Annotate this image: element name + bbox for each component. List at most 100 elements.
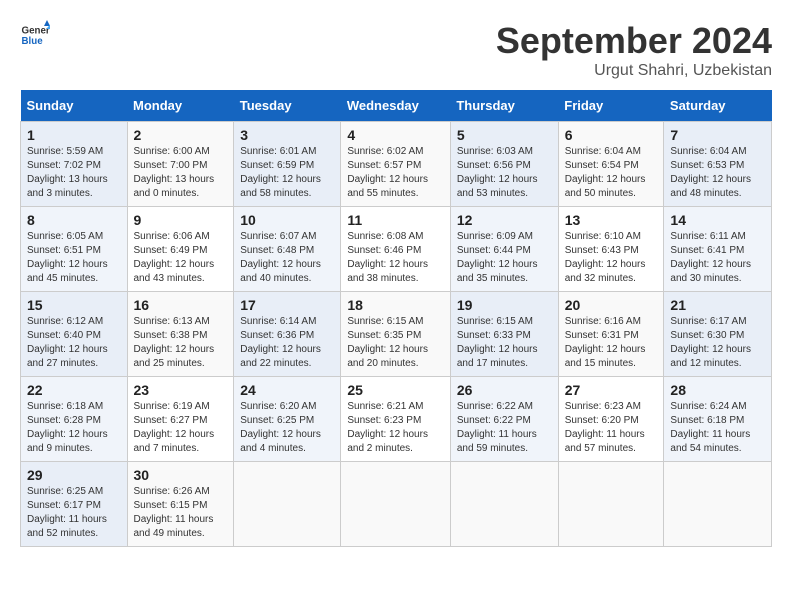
col-sunday: Sunday — [21, 90, 128, 122]
calendar-cell — [558, 462, 664, 547]
calendar-cell: 24 Sunrise: 6:20 AMSunset: 6:25 PMDaylig… — [234, 377, 341, 462]
day-number: 23 — [134, 382, 228, 398]
day-number: 22 — [27, 382, 121, 398]
day-number: 13 — [565, 212, 658, 228]
calendar-cell: 26 Sunrise: 6:22 AMSunset: 6:22 PMDaylig… — [450, 377, 558, 462]
calendar-cell — [234, 462, 341, 547]
day-number: 17 — [240, 297, 334, 313]
calendar-cell: 21 Sunrise: 6:17 AMSunset: 6:30 PMDaylig… — [664, 292, 772, 377]
day-info: Sunrise: 6:22 AMSunset: 6:22 PMDaylight:… — [457, 401, 537, 454]
calendar-cell: 27 Sunrise: 6:23 AMSunset: 6:20 PMDaylig… — [558, 377, 664, 462]
col-monday: Monday — [127, 90, 234, 122]
calendar-cell: 11 Sunrise: 6:08 AMSunset: 6:46 PMDaylig… — [341, 207, 451, 292]
calendar-cell: 29 Sunrise: 6:25 AMSunset: 6:17 PMDaylig… — [21, 462, 128, 547]
calendar-cell: 8 Sunrise: 6:05 AMSunset: 6:51 PMDayligh… — [21, 207, 128, 292]
day-number: 25 — [347, 382, 444, 398]
calendar-cell: 22 Sunrise: 6:18 AMSunset: 6:28 PMDaylig… — [21, 377, 128, 462]
calendar-cell: 4 Sunrise: 6:02 AMSunset: 6:57 PMDayligh… — [341, 122, 451, 207]
calendar-cell: 5 Sunrise: 6:03 AMSunset: 6:56 PMDayligh… — [450, 122, 558, 207]
calendar-cell: 16 Sunrise: 6:13 AMSunset: 6:38 PMDaylig… — [127, 292, 234, 377]
day-number: 6 — [565, 127, 658, 143]
day-number: 26 — [457, 382, 552, 398]
calendar-cell: 20 Sunrise: 6:16 AMSunset: 6:31 PMDaylig… — [558, 292, 664, 377]
day-number: 16 — [134, 297, 228, 313]
day-number: 27 — [565, 382, 658, 398]
logo: General Blue — [20, 20, 50, 50]
month-title: September 2024 — [496, 20, 772, 62]
day-info: Sunrise: 6:11 AMSunset: 6:41 PMDaylight:… — [670, 231, 751, 284]
calendar-cell — [664, 462, 772, 547]
day-number: 24 — [240, 382, 334, 398]
col-friday: Friday — [558, 90, 664, 122]
day-info: Sunrise: 6:12 AMSunset: 6:40 PMDaylight:… — [27, 316, 108, 369]
day-number: 2 — [134, 127, 228, 143]
day-info: Sunrise: 6:06 AMSunset: 6:49 PMDaylight:… — [134, 231, 215, 284]
calendar-cell: 10 Sunrise: 6:07 AMSunset: 6:48 PMDaylig… — [234, 207, 341, 292]
day-info: Sunrise: 6:24 AMSunset: 6:18 PMDaylight:… — [670, 401, 750, 454]
calendar-cell: 14 Sunrise: 6:11 AMSunset: 6:41 PMDaylig… — [664, 207, 772, 292]
day-info: Sunrise: 6:02 AMSunset: 6:57 PMDaylight:… — [347, 146, 428, 199]
calendar-cell: 6 Sunrise: 6:04 AMSunset: 6:54 PMDayligh… — [558, 122, 664, 207]
svg-text:Blue: Blue — [22, 36, 44, 47]
calendar-cell — [450, 462, 558, 547]
day-info: Sunrise: 6:00 AMSunset: 7:00 PMDaylight:… — [134, 146, 215, 199]
col-tuesday: Tuesday — [234, 90, 341, 122]
calendar-cell: 3 Sunrise: 6:01 AMSunset: 6:59 PMDayligh… — [234, 122, 341, 207]
calendar-cell: 2 Sunrise: 6:00 AMSunset: 7:00 PMDayligh… — [127, 122, 234, 207]
calendar-cell: 9 Sunrise: 6:06 AMSunset: 6:49 PMDayligh… — [127, 207, 234, 292]
day-number: 3 — [240, 127, 334, 143]
week-row-1: 1 Sunrise: 5:59 AMSunset: 7:02 PMDayligh… — [21, 122, 772, 207]
day-info: Sunrise: 6:03 AMSunset: 6:56 PMDaylight:… — [457, 146, 538, 199]
day-number: 7 — [670, 127, 765, 143]
day-info: Sunrise: 6:04 AMSunset: 6:53 PMDaylight:… — [670, 146, 751, 199]
calendar-cell: 28 Sunrise: 6:24 AMSunset: 6:18 PMDaylig… — [664, 377, 772, 462]
calendar-cell: 7 Sunrise: 6:04 AMSunset: 6:53 PMDayligh… — [664, 122, 772, 207]
day-number: 30 — [134, 467, 228, 483]
week-row-3: 15 Sunrise: 6:12 AMSunset: 6:40 PMDaylig… — [21, 292, 772, 377]
day-info: Sunrise: 6:09 AMSunset: 6:44 PMDaylight:… — [457, 231, 538, 284]
day-number: 15 — [27, 297, 121, 313]
day-info: Sunrise: 6:15 AMSunset: 6:35 PMDaylight:… — [347, 316, 428, 369]
day-info: Sunrise: 6:14 AMSunset: 6:36 PMDaylight:… — [240, 316, 321, 369]
week-row-5: 29 Sunrise: 6:25 AMSunset: 6:17 PMDaylig… — [21, 462, 772, 547]
day-info: Sunrise: 6:13 AMSunset: 6:38 PMDaylight:… — [134, 316, 215, 369]
day-number: 8 — [27, 212, 121, 228]
day-info: Sunrise: 6:17 AMSunset: 6:30 PMDaylight:… — [670, 316, 751, 369]
calendar-cell: 19 Sunrise: 6:15 AMSunset: 6:33 PMDaylig… — [450, 292, 558, 377]
day-number: 20 — [565, 297, 658, 313]
col-saturday: Saturday — [664, 90, 772, 122]
day-number: 4 — [347, 127, 444, 143]
page-header: General Blue September 2024 Urgut Shahri… — [20, 20, 772, 80]
day-number: 10 — [240, 212, 334, 228]
day-number: 18 — [347, 297, 444, 313]
col-thursday: Thursday — [450, 90, 558, 122]
day-number: 19 — [457, 297, 552, 313]
day-number: 1 — [27, 127, 121, 143]
day-info: Sunrise: 6:15 AMSunset: 6:33 PMDaylight:… — [457, 316, 538, 369]
week-row-4: 22 Sunrise: 6:18 AMSunset: 6:28 PMDaylig… — [21, 377, 772, 462]
day-info: Sunrise: 6:04 AMSunset: 6:54 PMDaylight:… — [565, 146, 646, 199]
calendar-cell: 23 Sunrise: 6:19 AMSunset: 6:27 PMDaylig… — [127, 377, 234, 462]
day-info: Sunrise: 6:20 AMSunset: 6:25 PMDaylight:… — [240, 401, 321, 454]
calendar-cell: 1 Sunrise: 5:59 AMSunset: 7:02 PMDayligh… — [21, 122, 128, 207]
calendar-cell: 18 Sunrise: 6:15 AMSunset: 6:35 PMDaylig… — [341, 292, 451, 377]
day-info: Sunrise: 6:07 AMSunset: 6:48 PMDaylight:… — [240, 231, 321, 284]
day-number: 28 — [670, 382, 765, 398]
day-info: Sunrise: 6:23 AMSunset: 6:20 PMDaylight:… — [565, 401, 645, 454]
day-number: 29 — [27, 467, 121, 483]
calendar-table: Sunday Monday Tuesday Wednesday Thursday… — [20, 90, 772, 547]
day-number: 14 — [670, 212, 765, 228]
day-info: Sunrise: 5:59 AMSunset: 7:02 PMDaylight:… — [27, 146, 108, 199]
day-info: Sunrise: 6:16 AMSunset: 6:31 PMDaylight:… — [565, 316, 646, 369]
svg-text:General: General — [22, 26, 51, 37]
day-info: Sunrise: 6:21 AMSunset: 6:23 PMDaylight:… — [347, 401, 428, 454]
calendar-cell: 15 Sunrise: 6:12 AMSunset: 6:40 PMDaylig… — [21, 292, 128, 377]
calendar-cell: 13 Sunrise: 6:10 AMSunset: 6:43 PMDaylig… — [558, 207, 664, 292]
day-info: Sunrise: 6:26 AMSunset: 6:15 PMDaylight:… — [134, 486, 214, 539]
day-info: Sunrise: 6:10 AMSunset: 6:43 PMDaylight:… — [565, 231, 646, 284]
day-number: 21 — [670, 297, 765, 313]
day-info: Sunrise: 6:25 AMSunset: 6:17 PMDaylight:… — [27, 486, 107, 539]
calendar-cell — [341, 462, 451, 547]
day-number: 9 — [134, 212, 228, 228]
calendar-cell: 30 Sunrise: 6:26 AMSunset: 6:15 PMDaylig… — [127, 462, 234, 547]
